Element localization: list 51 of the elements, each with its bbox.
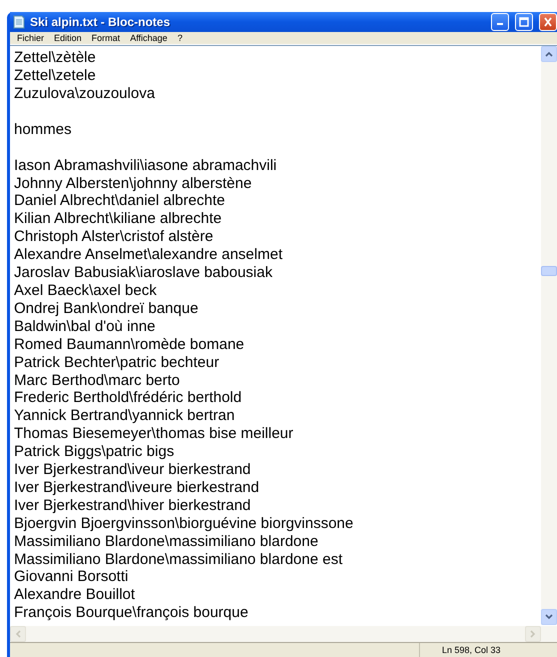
scroll-thumb[interactable] [541, 266, 557, 276]
text-line: Ondrej Bank\ondreï banque [14, 300, 200, 318]
text-line: Kilian Albrecht\kiliane albrechte [14, 210, 223, 228]
chevron-left-icon [15, 630, 21, 638]
notepad-icon [13, 15, 25, 29]
menu-item[interactable]: Fichier [12, 33, 50, 43]
text-line: Daniel Albrecht\daniel albrechte [14, 192, 226, 210]
text-line: Patrick Biggs\patric bigs [14, 443, 176, 462]
text-line: Zettel\zetele [14, 66, 97, 85]
text-line: Giovanni Borsotti [14, 568, 130, 586]
text-line: Thomas Biesemeyer\thomas bise meilleur [14, 425, 294, 444]
text-line: Alexandre Anselmet\alexandre anselmet [14, 246, 284, 264]
menu-item[interactable]: ? [172, 33, 188, 43]
text-line: Zettel\zètèle [14, 49, 97, 67]
text-line: Massimiliano Blardone\massimiliano blardone est [14, 550, 344, 568]
text-line: Zuzulova\zouzoulova [14, 84, 156, 103]
text-line: Patrick Bechter\patric bechteur [14, 354, 220, 372]
scroll-up-button[interactable] [541, 46, 557, 62]
text-line: Alexandre Bouillot [14, 586, 136, 604]
chevron-down-icon [545, 614, 553, 620]
text-line: François Bourque\françois bourque [14, 604, 250, 622]
text-line: Baldwin\bal d'où inne [14, 318, 156, 336]
menu-item[interactable]: Affichage [125, 33, 172, 43]
chevron-up-icon [545, 51, 553, 57]
minimize-button[interactable] [491, 13, 509, 31]
text-line: Christoph Alster\cristof alstère [14, 228, 214, 246]
text-line: Massimiliano Blardone\massimiliano blardone [14, 532, 320, 551]
menu-item[interactable]: Edition [49, 33, 87, 43]
text-line: Iver Bjerkestrand\iveure bierkestrand [14, 478, 260, 497]
text-line: Iason Abramashvili\iasone abramachvili [14, 156, 278, 175]
text-line: Frederic Berthold\frédéric berthold [14, 389, 243, 408]
text-line: Axel Baeck\axel beck [14, 282, 158, 300]
text-line: Yannick Bertrand\yannick bertran [14, 407, 236, 426]
text-line: hommes [14, 120, 73, 139]
window-title: Ski alpin.txt - Bloc-notes [30, 15, 172, 29]
text-line: Johnny Albersten\johnny alberstène [14, 174, 253, 192]
scroll-down-button[interactable] [541, 609, 557, 625]
text-line: Iver Bjerkestrand\iveur bierkestrand [14, 461, 252, 479]
menu-item[interactable]: Format [86, 33, 126, 43]
text-line: Jaroslav Babusiak\iaroslave babousiak [14, 264, 274, 282]
close-icon [544, 17, 552, 27]
vertical-scrollbar[interactable] [541, 46, 557, 625]
maximize-icon [519, 17, 529, 27]
text-line: Marc Berthod\marc berto [14, 372, 181, 390]
close-button[interactable] [539, 13, 557, 31]
text-line: Bjoergvin Bjoergvinsson\biorguévine biorgvinssone [14, 514, 354, 533]
chevron-right-icon [530, 630, 536, 638]
maximize-button[interactable] [515, 13, 533, 31]
text-line: Romed Baumann\romède bomane [14, 336, 246, 354]
cursor-position: Ln 598, Col 33 [441, 644, 502, 657]
text-line: Iver Bjerkestrand\hiver bierkestrand [14, 496, 252, 515]
